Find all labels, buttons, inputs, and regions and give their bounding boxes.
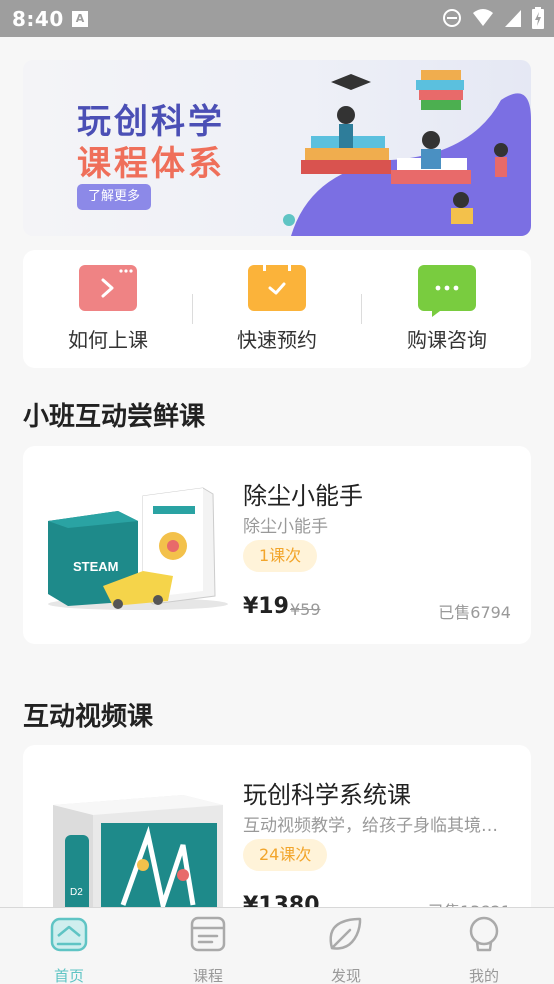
banner-title-line2: 课程体系 <box>77 144 225 184</box>
status-bar: 8:40 A <box>0 0 554 37</box>
quick-booking-label: 快速预约 <box>237 328 317 352</box>
course-icon <box>190 916 226 952</box>
section-title-video: 互动视频课 <box>23 702 154 732</box>
promo-banner[interactable]: 玩创科学 课程体系 了解更多 <box>23 60 531 236</box>
svg-text:STEAM: STEAM <box>73 559 119 574</box>
wifi-icon <box>472 8 494 32</box>
quick-actions-card: 如何上课 快速预约 购课咨询 <box>23 250 531 368</box>
tab-profile-label: 我的 <box>468 967 499 984</box>
divider <box>361 294 362 324</box>
course-cover-image: D2 <box>53 795 223 910</box>
course-desc: 互动视频教学，给孩子身临其境的学习体验 <box>243 816 511 836</box>
quick-booking-button[interactable]: 快速预约 <box>217 263 337 353</box>
course-original-price: ¥59 <box>290 600 321 619</box>
course-name: 除尘小能手 <box>243 482 363 510</box>
divider <box>192 294 193 324</box>
play-icon <box>79 265 137 311</box>
sold-count: 已售6794 <box>438 603 511 622</box>
purchase-consult-button[interactable]: 购课咨询 <box>387 265 507 353</box>
course-price: ¥19 <box>243 594 289 619</box>
tab-home[interactable]: 首页 <box>29 914 109 984</box>
calendar-check-icon <box>248 263 306 311</box>
notification-icon: A <box>72 11 88 27</box>
chat-bubble-icon <box>418 265 476 317</box>
battery-icon <box>532 7 544 33</box>
course-name: 玩创科学系统课 <box>243 781 411 809</box>
learn-more-button[interactable]: 了解更多 <box>77 184 151 210</box>
course-card-trial[interactable]: STEAM 除尘小能手 除尘小能手 1课次 ¥19 ¥59 已售6794 <box>23 446 531 644</box>
bottom-tab-bar: 首页 课程 发现 我的 <box>0 907 554 984</box>
lesson-count-badge: 1课次 <box>243 540 318 572</box>
tab-home-label: 首页 <box>53 967 84 984</box>
tab-discover[interactable]: 发现 <box>306 914 386 984</box>
signal-icon <box>504 8 522 32</box>
course-cover-image: STEAM <box>48 487 228 610</box>
banner-illustration <box>283 70 531 236</box>
tab-course[interactable]: 课程 <box>168 914 248 984</box>
profile-icon <box>469 916 499 952</box>
tab-profile[interactable]: 我的 <box>444 914 524 984</box>
tab-discover-label: 发现 <box>330 967 361 984</box>
home-icon <box>50 917 88 952</box>
lesson-count-badge: 24课次 <box>243 839 328 871</box>
how-to-attend-label: 如何上课 <box>68 328 148 352</box>
discover-icon <box>329 917 362 950</box>
tab-course-label: 课程 <box>192 967 223 984</box>
svg-text:D2: D2 <box>70 887 83 898</box>
purchase-consult-label: 购课咨询 <box>407 328 487 352</box>
do-not-disturb-icon <box>442 8 462 32</box>
status-time: 8:40 <box>12 7 64 31</box>
section-title-trial: 小班互动尝鲜课 <box>23 402 206 432</box>
how-to-attend-button[interactable]: 如何上课 <box>48 265 168 353</box>
course-desc: 除尘小能手 <box>243 517 328 537</box>
